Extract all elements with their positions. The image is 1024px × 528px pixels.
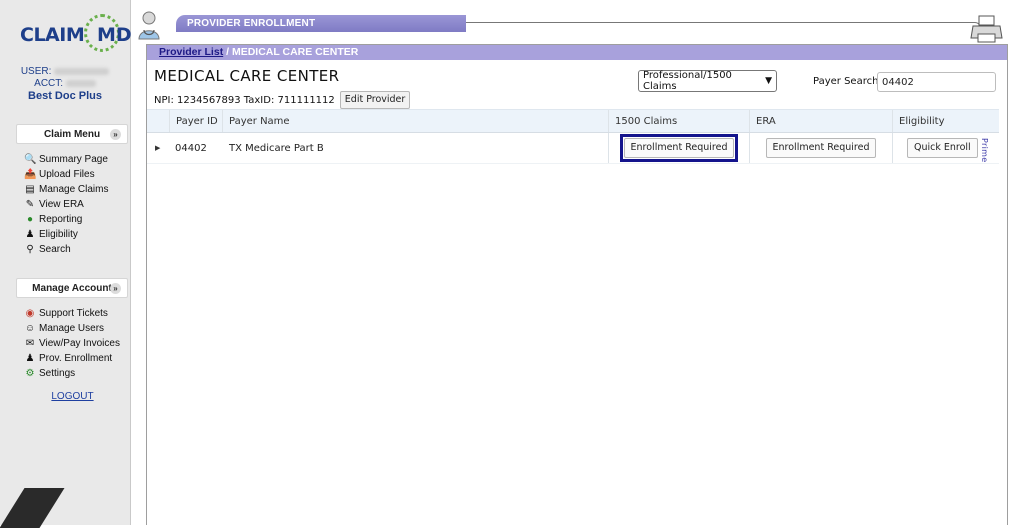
edit-provider-button[interactable]: Edit Provider bbox=[339, 91, 411, 109]
menu-item-view-pay-invoices[interactable]: ✉ View/Pay Invoices bbox=[24, 336, 130, 351]
menu-item-label: Prov. Enrollment bbox=[39, 353, 113, 364]
section-banner: PROVIDER ENROLLMENT bbox=[176, 15, 466, 32]
enrollment-icon: ♟ bbox=[25, 352, 35, 364]
chevron-down-icon: ▼ bbox=[765, 76, 772, 86]
table-row: ▶ 04402 TX Medicare Part B Enrollment Re… bbox=[147, 133, 999, 164]
claims-type-selected: Professional/1500 Claims bbox=[643, 70, 732, 92]
expand-arrow-icon: ▶ bbox=[155, 144, 161, 152]
cell-eligibility: Quick Enroll Prime bbox=[893, 133, 999, 163]
provider-ids: NPI: 1234567893 TaxID: 711111112 Edit Pr… bbox=[154, 91, 411, 109]
logo-text-left: CLAIM bbox=[20, 24, 85, 46]
user-info: USER: ACCT: Best Doc Plus bbox=[0, 66, 130, 102]
menu-item-label: Manage Claims bbox=[39, 184, 109, 195]
menu-item-label: Reporting bbox=[39, 214, 83, 225]
cell-payer-name: TX Medicare Part B bbox=[223, 133, 609, 163]
upload-icon: 📤 bbox=[24, 168, 37, 180]
era-icon: ✎ bbox=[25, 198, 35, 210]
claim-menu-title: Claim Menu bbox=[43, 128, 101, 140]
banner-rule bbox=[466, 22, 981, 30]
doctor-icon bbox=[138, 11, 160, 40]
expand-row-toggle[interactable]: ▶ bbox=[147, 133, 169, 163]
menu-item-label: Manage Users bbox=[39, 323, 105, 334]
breadcrumb-provider-list-link[interactable]: Provider List bbox=[159, 46, 223, 58]
page-title: MEDICAL CARE CENTER bbox=[154, 67, 340, 85]
claim-menu-header[interactable]: Claim Menu » bbox=[16, 124, 128, 144]
header-era[interactable]: ERA bbox=[750, 110, 893, 132]
users-icon: ☺ bbox=[24, 322, 36, 334]
collapse-chevron-icon[interactable]: » bbox=[110, 283, 121, 294]
npi-taxid-text: NPI: 1234567893 TaxID: 711111112 bbox=[154, 94, 335, 106]
menu-item-settings[interactable]: ⚙ Settings bbox=[24, 366, 130, 381]
highlight-frame: Enrollment Required bbox=[619, 134, 739, 162]
menu-item-prov-enrollment[interactable]: ♟ Prov. Enrollment bbox=[24, 351, 130, 366]
eligibility-icon: ♟ bbox=[25, 228, 35, 240]
account-menu-title: Manage Account bbox=[32, 282, 112, 294]
menu-item-label: Settings bbox=[39, 368, 76, 379]
menu-item-label: Search bbox=[39, 244, 71, 255]
header-expand bbox=[147, 110, 169, 132]
acct-label: ACCT: bbox=[34, 78, 64, 89]
menu-item-label: View/Pay Invoices bbox=[39, 338, 120, 349]
payer-search-input[interactable] bbox=[877, 72, 996, 92]
account-menu-header[interactable]: Manage Account » bbox=[16, 278, 128, 298]
payer-table: Payer ID Payer Name 1500 Claims ERA Elig… bbox=[147, 109, 999, 164]
payer-search-label: Payer Search bbox=[813, 76, 879, 87]
cell-1500-claims: Enrollment Required bbox=[609, 133, 750, 163]
quick-enroll-button[interactable]: Quick Enroll bbox=[907, 138, 978, 158]
menu-item-label: Support Tickets bbox=[39, 308, 108, 319]
header-payer-name[interactable]: Payer Name bbox=[223, 110, 609, 132]
menu-item-manage-claims[interactable]: ▤ Manage Claims bbox=[24, 182, 130, 197]
menu-item-eligibility[interactable]: ♟ Eligibility bbox=[24, 227, 130, 242]
printer-icon[interactable] bbox=[970, 14, 1004, 44]
breadcrumb: Provider List / MEDICAL CARE CENTER bbox=[147, 45, 1007, 60]
menu-item-view-era[interactable]: ✎ View ERA bbox=[24, 197, 130, 212]
claims-enrollment-required-button[interactable]: Enrollment Required bbox=[623, 138, 735, 158]
reporting-icon: ● bbox=[26, 213, 34, 225]
cell-era: Enrollment Required bbox=[750, 133, 893, 163]
menu-item-label: Eligibility bbox=[39, 229, 78, 240]
user-label: USER: bbox=[20, 66, 52, 77]
summary-icon: 🔍 bbox=[24, 153, 37, 165]
settings-icon: ⚙ bbox=[25, 367, 35, 379]
logout-link[interactable]: LOGOUT bbox=[0, 391, 145, 402]
era-enrollment-required-button[interactable]: Enrollment Required bbox=[765, 138, 877, 158]
prime-label: Prime bbox=[980, 138, 989, 163]
user-plan: Best Doc Plus bbox=[28, 90, 102, 102]
menu-item-support-tickets[interactable]: ◉ Support Tickets bbox=[24, 306, 130, 321]
menu-item-upload-files[interactable]: 📤 Upload Files bbox=[24, 167, 130, 182]
claim-menu-list: 🔍 Summary Page 📤 Upload Files ▤ Manage Clai… bbox=[24, 152, 130, 257]
breadcrumb-current: MEDICAL CARE CENTER bbox=[231, 46, 359, 58]
header-eligibility[interactable]: Eligibility bbox=[893, 110, 999, 132]
acct-id-redacted bbox=[65, 79, 96, 87]
sidebar: CLAIM MD USER: ACCT: Best Doc Plus Claim… bbox=[0, 0, 132, 525]
logo-text-right: MD bbox=[97, 24, 132, 46]
claims-icon: ▤ bbox=[25, 183, 35, 195]
header-payer-id[interactable]: Payer ID bbox=[169, 110, 223, 132]
user-name-redacted bbox=[54, 67, 110, 75]
support-icon: ◉ bbox=[25, 307, 35, 319]
menu-item-summary-page[interactable]: 🔍 Summary Page bbox=[24, 152, 130, 167]
cell-payer-id: 04402 bbox=[175, 142, 207, 154]
menu-item-label: Upload Files bbox=[39, 169, 95, 180]
menu-item-manage-users[interactable]: ☺ Manage Users bbox=[24, 321, 130, 336]
menu-item-label: View ERA bbox=[39, 199, 84, 210]
account-menu-list: ◉ Support Tickets ☺ Manage Users ✉ View/Pay… bbox=[24, 306, 130, 381]
header-1500-claims[interactable]: 1500 Claims bbox=[609, 110, 750, 132]
menu-item-reporting[interactable]: ● Reporting bbox=[24, 212, 130, 227]
claims-type-select[interactable]: Professional/1500 Claims ▼ bbox=[638, 70, 777, 92]
claim-md-logo[interactable]: CLAIM MD bbox=[20, 14, 132, 58]
search-icon: ⚲ bbox=[26, 243, 34, 255]
main-panel: Provider List / MEDICAL CARE CENTER MEDI… bbox=[146, 44, 1008, 525]
collapse-chevron-icon[interactable]: » bbox=[110, 129, 121, 140]
invoice-icon: ✉ bbox=[25, 337, 35, 349]
breadcrumb-separator: / bbox=[223, 46, 232, 58]
table-header: Payer ID Payer Name 1500 Claims ERA Elig… bbox=[147, 109, 999, 133]
menu-item-search[interactable]: ⚲ Search bbox=[24, 242, 130, 257]
menu-item-label: Summary Page bbox=[39, 154, 108, 165]
